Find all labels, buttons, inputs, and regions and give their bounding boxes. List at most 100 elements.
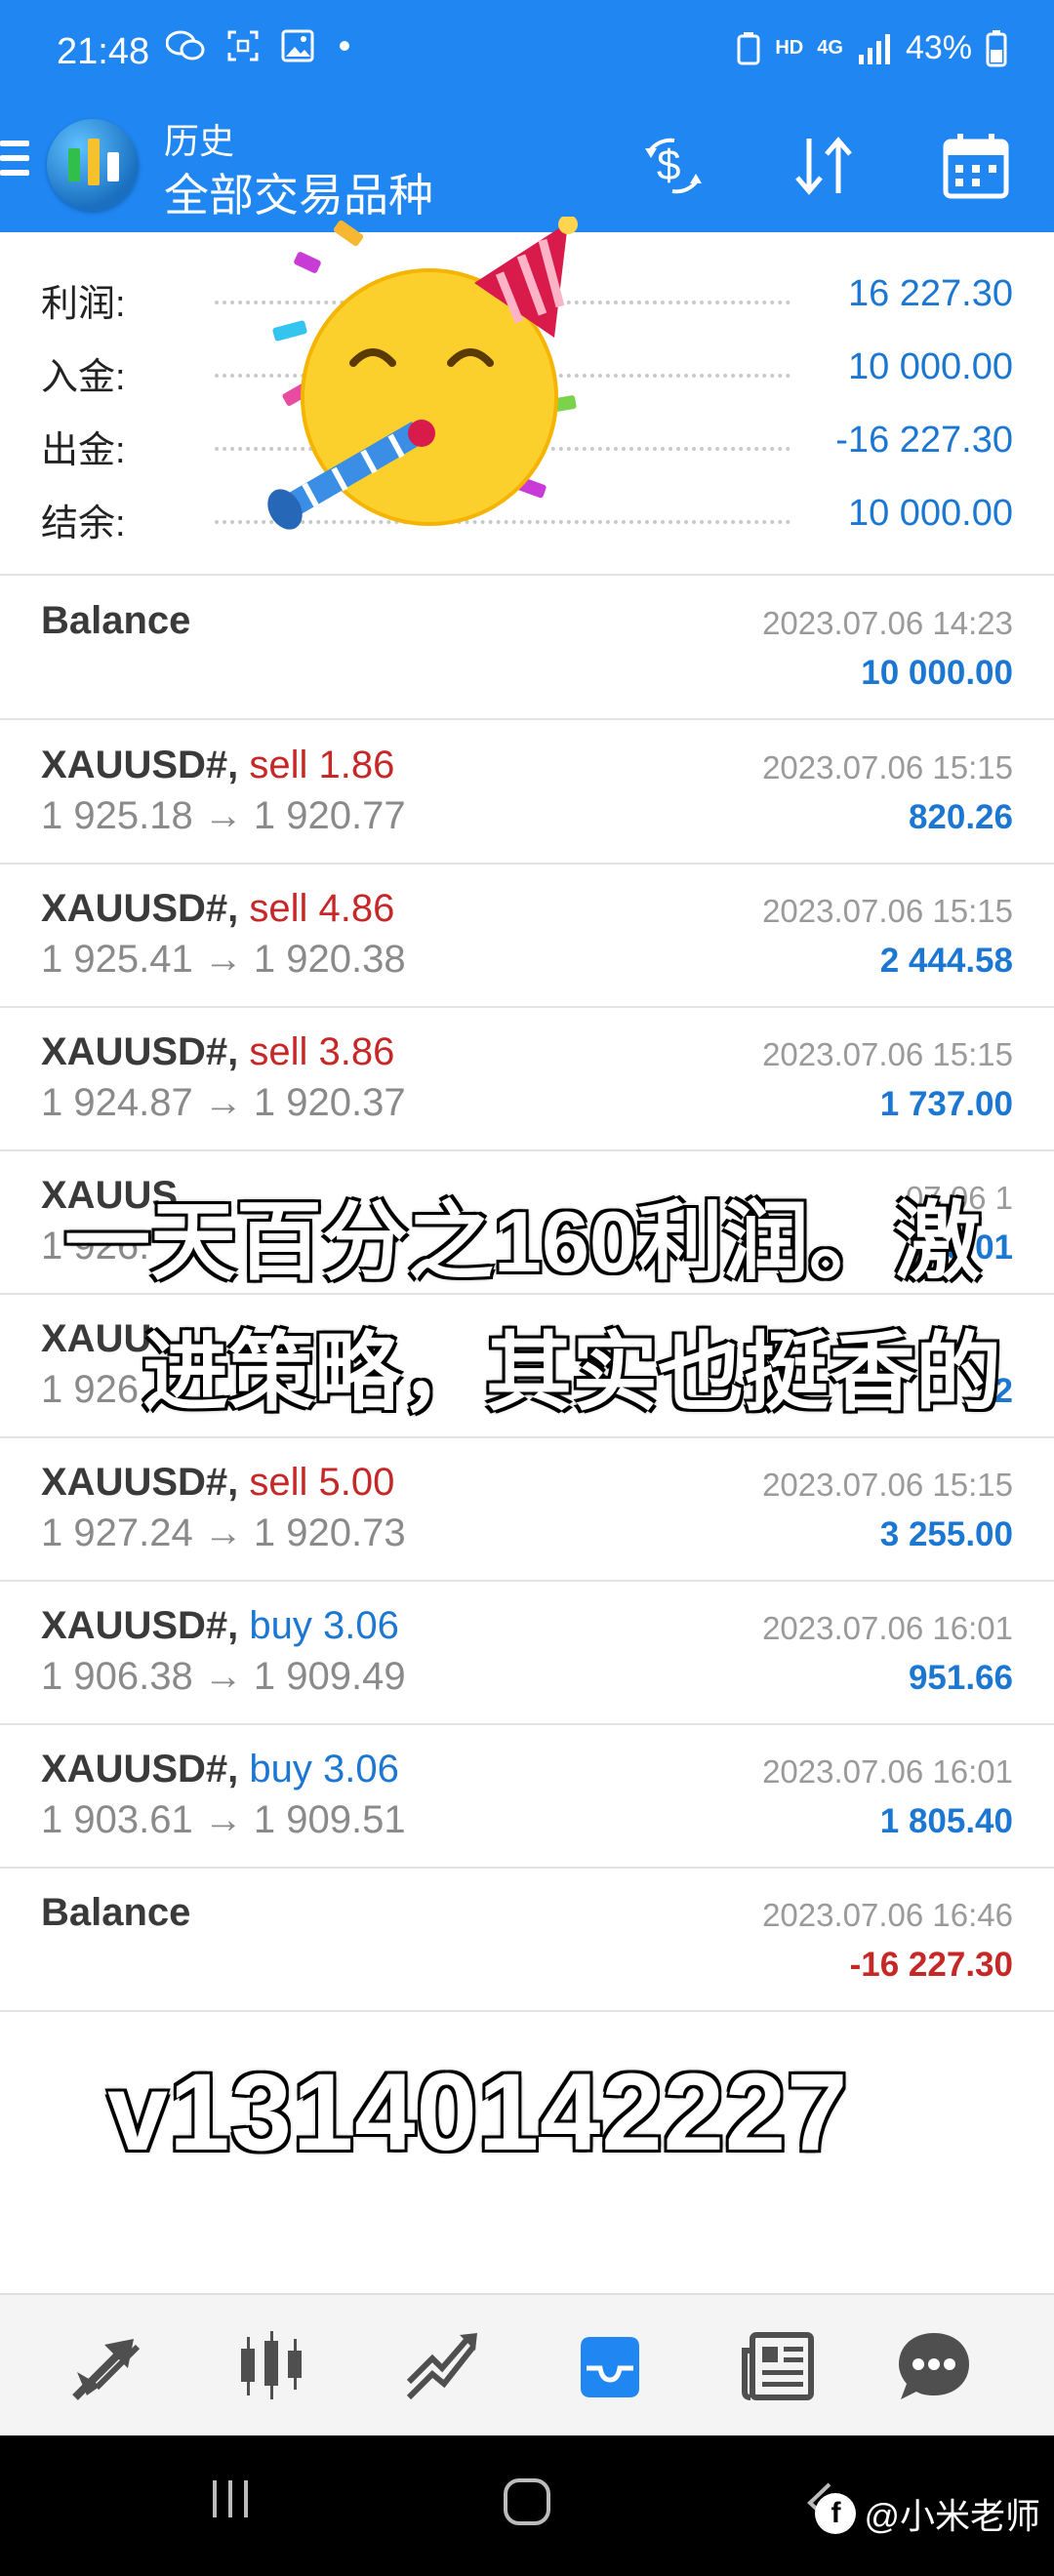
row-volume: sell 3.86: [249, 1030, 395, 1073]
row-title: Balance: [41, 1891, 191, 1934]
history-row-trade[interactable]: XAUUSD#, buy 3.06 1 903.61 → 1 909.51 20…: [0, 1726, 1054, 1869]
candles-icon[interactable]: [230, 2324, 314, 2408]
summary-value: 10 000.00: [847, 493, 1013, 534]
page-title: 历史: [164, 121, 235, 161]
history-row-trade[interactable]: XAUUSD#, sell 4.86 1 925.41 → 1 920.38 2…: [0, 865, 1054, 1008]
svg-text:$: $: [657, 141, 680, 189]
row-prices: 1 906.38 → 1 909.49: [41, 1655, 406, 1698]
row-volume: buy 3.06: [249, 1748, 399, 1791]
row-symbol: XAUUSD#,: [41, 744, 239, 786]
row-symbol: XAUUSD#,: [41, 1604, 239, 1647]
history-row-balance[interactable]: Balance 2023.07.06 16:46 -16 227.30: [0, 1870, 1054, 2012]
history-row-balance[interactable]: Balance 2023.07.06 14:23 10 000.00: [0, 578, 1054, 720]
summary-value: 16 227.30: [847, 273, 1013, 314]
gallery-icon: [281, 29, 314, 62]
chat-icon[interactable]: [892, 2324, 976, 2408]
overlay-caption: 进策略，其实也挺香的: [142, 1324, 1002, 1421]
sort-icon[interactable]: [785, 127, 863, 205]
row-prices: 1 927.24 → 1 920.73: [41, 1511, 406, 1554]
row-title: XAUUSD#, sell 5.00: [41, 1461, 394, 1505]
menu-icon[interactable]: [0, 141, 29, 189]
recent-apps-icon[interactable]: [207, 2475, 256, 2528]
row-symbol: XAUUSD#,: [41, 1461, 239, 1504]
battery-percent: 43%: [905, 29, 972, 66]
row-title: XAUUSD#, buy 3.06: [41, 1748, 399, 1791]
summary-value: -16 227.30: [835, 420, 1013, 461]
status-bar: 21:48 HD 4G 43%: [0, 0, 1054, 105]
row-prices: 1 925.18 → 1 920.77: [41, 794, 406, 837]
newspaper-icon[interactable]: [736, 2324, 820, 2408]
summary-label: 利润:: [41, 284, 126, 325]
row-symbol: XAUU: [41, 1317, 152, 1360]
row-title: XAUUSD#, sell 4.86: [41, 887, 394, 931]
row-prices: 1 924.87 → 1 920.37: [41, 1081, 406, 1124]
battery-icon: [986, 29, 1007, 66]
notification-icons: [166, 29, 349, 62]
metatrader-logo[interactable]: [47, 119, 139, 211]
row-date: 2023.07.06 15:15: [762, 749, 1013, 785]
history-row-trade[interactable]: XAUUSD#, sell 5.00 1 927.24 → 1 920.73 2…: [0, 1439, 1054, 1582]
bottom-navigation: [0, 2293, 1054, 2435]
row-title: XAUUSD#, buy 3.06: [41, 1604, 399, 1648]
trend-icon[interactable]: [400, 2324, 484, 2408]
row-date: 2023.07.06 14:23: [762, 605, 1013, 641]
calendar-icon[interactable]: [937, 127, 1015, 205]
row-symbol: XAUUSD#,: [41, 887, 239, 930]
row-date: 2023.07.06 16:46: [762, 1897, 1013, 1933]
watermark: f @小米老师: [815, 2488, 1040, 2539]
row-date: 2023.07.06 15:15: [762, 1036, 1013, 1072]
signal-icon: [858, 33, 890, 64]
app-bar: 历史 全部交易品种 $: [0, 105, 1054, 232]
row-date: 2023.07.06 15:15: [762, 893, 1013, 929]
row-title: XAUUSD#, sell 3.86: [41, 1030, 394, 1074]
system-navigation-bar: f @小米老师: [0, 2435, 1054, 2576]
row-symbol: XAUUSD#,: [41, 1030, 239, 1073]
row-profit: 3 255.00: [879, 1515, 1013, 1553]
row-date: 2023.07.06 16:01: [762, 1753, 1013, 1790]
row-title: XAUU: [41, 1317, 151, 1361]
currency-exchange-icon[interactable]: $: [634, 127, 712, 205]
row-symbol: XAUUSD#,: [41, 1748, 239, 1791]
status-time: 21:48: [57, 31, 150, 72]
summary-value: 10 000.00: [847, 346, 1013, 387]
row-title: XAUUSD#, sell 1.86: [41, 744, 394, 787]
row-volume: sell 5.00: [249, 1461, 395, 1504]
arrows-icon[interactable]: [64, 2324, 148, 2408]
facebook-icon: f: [815, 2493, 857, 2534]
row-date: 2023.07.06 15:15: [762, 1467, 1013, 1503]
network-label: 4G: [817, 37, 843, 59]
row-profit: 2 444.58: [879, 942, 1013, 980]
symbol-filter[interactable]: 全部交易品种: [164, 160, 433, 224]
row-profit: -16 227.30: [849, 1946, 1013, 1984]
overlay-caption: 一天百分之160利润。激: [64, 1193, 981, 1290]
row-title: Balance: [41, 599, 191, 642]
row-volume: buy 3.06: [249, 1604, 399, 1647]
row-profit: 10 000.00: [861, 654, 1013, 692]
home-icon[interactable]: [500, 2475, 554, 2534]
row-prices: 1 925.41 → 1 920.38: [41, 938, 406, 981]
row-profit: 951.66: [908, 1659, 1013, 1697]
summary-label: 出金:: [41, 430, 126, 471]
status-right: HD 4G 43%: [736, 29, 1007, 67]
row-profit: 1 737.00: [879, 1085, 1013, 1123]
history-row-trade[interactable]: XAUUSD#, sell 3.86 1 924.87 → 1 920.37 2…: [0, 1009, 1054, 1151]
more-notifications-icon: [340, 41, 349, 51]
row-profit: 820.26: [908, 798, 1013, 836]
row-volume: sell 4.86: [249, 887, 395, 930]
row-volume: sell 1.86: [249, 744, 395, 786]
inbox-icon[interactable]: [568, 2324, 652, 2408]
history-row-trade[interactable]: XAUUSD#, buy 3.06 1 906.38 → 1 909.49 20…: [0, 1583, 1054, 1725]
hd-label: HD: [775, 37, 804, 59]
row-prices: 1 926.: [41, 1368, 150, 1411]
party-face-sticker: [267, 217, 578, 530]
row-prices: 1 903.61 → 1 909.51: [41, 1798, 406, 1841]
history-row-trade[interactable]: XAUUSD#, sell 1.86 1 925.18 → 1 920.77 2…: [0, 722, 1054, 865]
screenshot-icon: [227, 30, 259, 61]
row-date: 2023.07.06 16:01: [762, 1610, 1013, 1646]
summary-label: 入金:: [41, 357, 126, 398]
wechat-icon: [166, 30, 205, 60]
row-profit: 1 805.40: [879, 1802, 1013, 1840]
watermark-text: @小米老师: [864, 2496, 1040, 2536]
summary-label: 结余:: [41, 503, 126, 544]
contact-overlay: v13140142227: [107, 2051, 849, 2173]
